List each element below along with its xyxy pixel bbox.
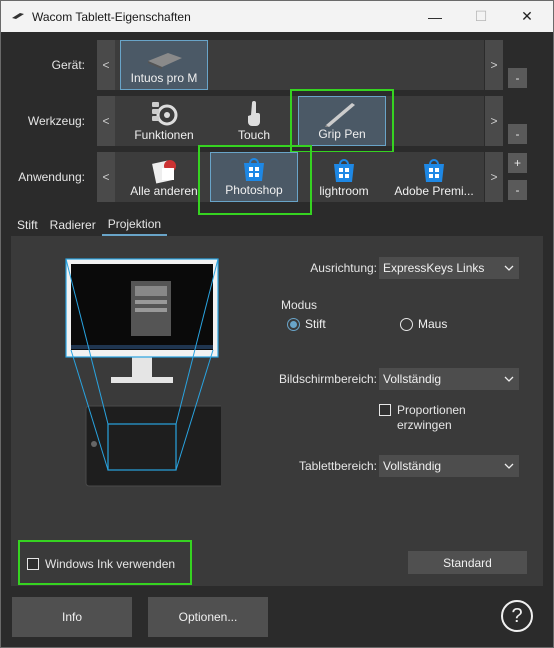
help-icon: ? (511, 604, 523, 627)
checkbox-box (379, 404, 391, 416)
app-tile-label: Alle anderen (130, 184, 198, 198)
app-next-button[interactable]: > (485, 152, 503, 202)
minimize-icon: — (428, 8, 442, 25)
screen-area-label: Bildschirmbereich: (278, 372, 377, 386)
mode-label: Modus (281, 298, 318, 312)
app-tile-lightroom[interactable]: lightroom (300, 152, 388, 202)
screen-area-select[interactable]: Vollständig (379, 368, 519, 390)
express-keys-icon (152, 102, 178, 126)
tool-tile-functions[interactable]: Funktionen (120, 96, 208, 146)
chevron-down-icon (504, 265, 514, 271)
app-tile-label: lightroom (319, 184, 369, 198)
tool-next-button[interactable]: > (485, 96, 503, 146)
tablet-area-label: Tablettbereich: (298, 459, 377, 473)
default-button[interactable]: Standard (408, 551, 527, 574)
highlight-photoshop (198, 145, 312, 215)
app-remove-button[interactable]: - (508, 180, 527, 200)
tool-tile-label: Touch (237, 128, 271, 142)
force-proportions-label: Proportionen erzwingen (397, 403, 466, 432)
tablet-icon (148, 53, 182, 69)
title-bar: Wacom Tablett-Eigenschaften — ☐ ✕ (1, 1, 553, 32)
mode-radio-maus[interactable]: Maus (400, 317, 447, 331)
chevron-down-icon (504, 376, 514, 382)
mode-radio-stift[interactable]: Stift (287, 317, 326, 331)
tab-bar: Stift Radierer Projektion (11, 214, 168, 236)
close-button[interactable]: ✕ (504, 1, 550, 32)
chevron-down-icon (504, 463, 514, 469)
default-apps-icon (152, 160, 176, 184)
tablet-area-value: Vollständig (383, 459, 442, 473)
minimize-button[interactable]: — (412, 1, 458, 32)
orientation-value: ExpressKeys Links (383, 261, 485, 275)
force-proportions-checkbox[interactable]: Proportionen erzwingen (379, 403, 477, 433)
main-content: Gerät: < Intuos pro M > - Werkzeug: < Fu… (1, 32, 553, 647)
radio-indicator (287, 317, 300, 331)
app-label: Anwendung: (18, 170, 85, 184)
orientation-label: Ausrichtung: (310, 261, 377, 275)
highlight-windows-ink (18, 540, 192, 585)
radio-label: Maus (418, 317, 448, 331)
app-add-button[interactable]: + (508, 153, 527, 173)
device-next-button[interactable]: > (485, 40, 503, 90)
tool-tile-touch[interactable]: Touch (210, 96, 298, 146)
maximize-icon: ☐ (474, 8, 488, 24)
touch-hand-icon (248, 101, 260, 126)
app-tile-label: Adobe Premi... (394, 184, 474, 198)
app-prev-button[interactable]: < (97, 152, 115, 202)
device-label: Gerät: (51, 58, 85, 72)
info-button[interactable]: Info (12, 597, 132, 637)
tab-radierer[interactable]: Radierer (43, 214, 102, 236)
close-icon: ✕ (521, 8, 533, 24)
tool-label: Werkzeug: (27, 114, 85, 128)
windows-store-icon (334, 159, 354, 182)
radio-indicator (400, 317, 413, 331)
device-remove-button[interactable]: - (508, 68, 527, 88)
monitor-tablet-illustration (65, 258, 221, 487)
tool-tile-label: Funktionen (134, 128, 194, 142)
tab-stift[interactable]: Stift (11, 214, 44, 236)
orientation-select[interactable]: ExpressKeys Links (379, 257, 519, 279)
window-title: Wacom Tablett-Eigenschaften (32, 10, 191, 24)
highlight-grip-pen (290, 89, 394, 153)
radio-label: Stift (305, 317, 326, 331)
tab-projektion[interactable]: Projektion (101, 214, 168, 236)
device-prev-button[interactable]: < (97, 40, 115, 90)
options-button[interactable]: Optionen... (148, 597, 268, 637)
device-tile-label: Intuos pro M (130, 71, 198, 85)
tool-prev-button[interactable]: < (97, 96, 115, 146)
app-tile-premiere[interactable]: Adobe Premi... (390, 152, 478, 202)
tablet-area-select[interactable]: Vollständig (379, 455, 519, 477)
app-tile-all-others[interactable]: Alle anderen (120, 152, 208, 202)
tool-remove-button[interactable]: - (508, 124, 527, 144)
screen-area-value: Vollständig (383, 372, 442, 386)
projection-panel: Ausrichtung: ExpressKeys Links Modus Sti… (11, 236, 543, 586)
wacom-app-icon (12, 13, 24, 19)
wacom-window: Wacom Tablett-Eigenschaften — ☐ ✕ Gerät:… (0, 0, 554, 648)
help-button[interactable]: ? (501, 600, 533, 632)
maximize-button[interactable]: ☐ (458, 1, 504, 32)
windows-store-icon (424, 159, 444, 182)
device-tile-intuos[interactable]: Intuos pro M (120, 40, 208, 90)
